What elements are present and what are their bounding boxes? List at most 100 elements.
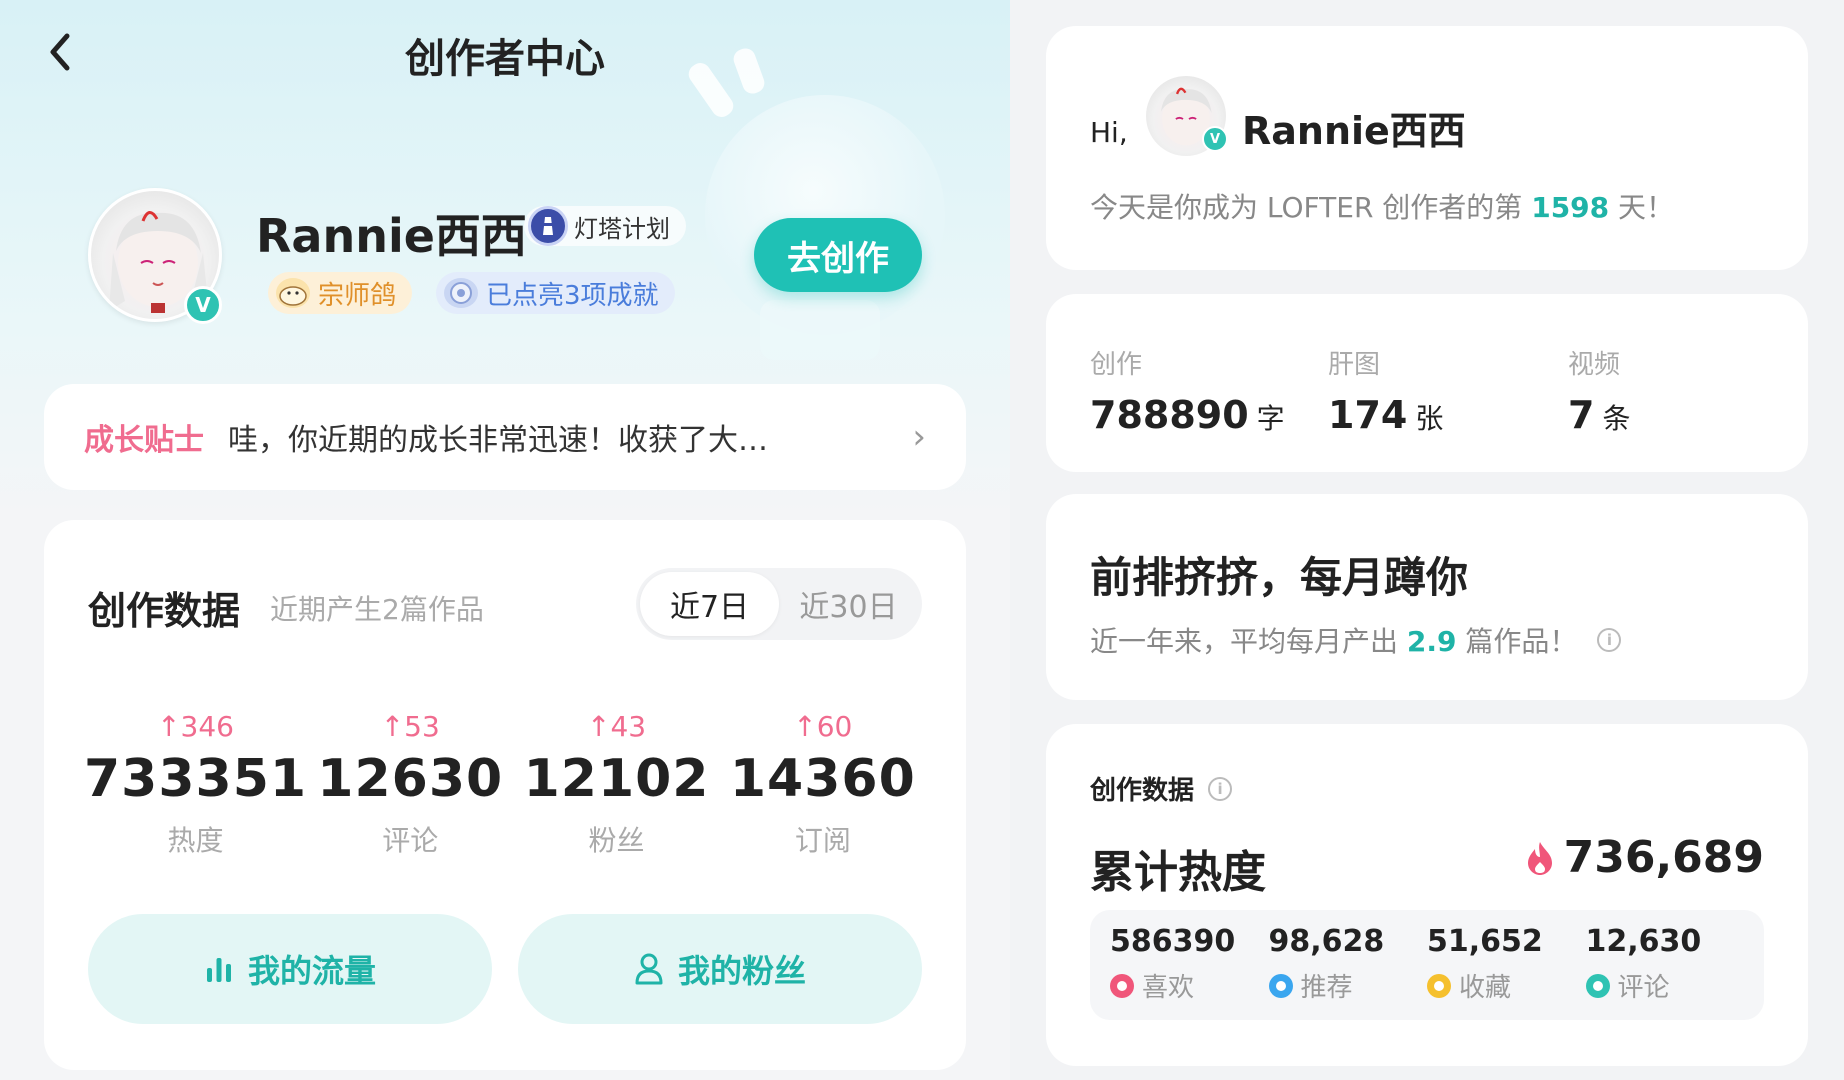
breakdown-value: 98,628 — [1268, 924, 1385, 959]
breakdown-label: 收藏 — [1459, 973, 1512, 1003]
days-count: 1598 — [1531, 191, 1610, 224]
count-value: 788890 — [1090, 393, 1249, 437]
heat-title: 累计热度 — [1090, 847, 1266, 898]
stat-value: 14360 — [729, 749, 916, 809]
page-title: 创作者中心 — [405, 36, 605, 82]
count-words: 创作 788890 字 — [1090, 344, 1285, 437]
lighthouse-icon — [528, 206, 568, 246]
tag-label: 已点亮3项成就 — [486, 280, 659, 311]
count-unit: 字 — [1256, 402, 1285, 435]
heat-breakdown: 586390 喜欢 98,628 推荐 51,652 收藏 12,630 评论 — [1090, 910, 1764, 1020]
user-name: Rannie西西 — [256, 209, 527, 263]
range-30d-tab[interactable]: 近30日 — [779, 572, 918, 636]
comment-icon — [1585, 973, 1610, 998]
heat-section-title: 创作数据 i — [1090, 770, 1233, 807]
creation-data-card: 创作数据 近期产生2篇作品 近7日 近30日 ↑346 733351 热度 ↑5… — [44, 520, 966, 1070]
avg-suffix: 篇作品！ — [1456, 625, 1578, 658]
works-count-card: 创作 788890 字 肝图 174 张 视频 7条 — [1046, 294, 1808, 472]
range-switch: 近7日 近30日 — [636, 568, 922, 640]
favorite-icon — [1427, 973, 1451, 998]
section-subtitle: 近期产生2篇作品 — [270, 593, 484, 626]
info-icon[interactable]: i — [1208, 776, 1233, 801]
breakdown-label: 评论 — [1617, 973, 1670, 1003]
verified-badge: V — [184, 286, 222, 324]
breakdown-comments: 12,630 评论 — [1585, 924, 1745, 1006]
button-label: 我的粉丝 — [677, 952, 806, 990]
avg-value: 2.9 — [1406, 625, 1457, 658]
flame-icon — [1527, 841, 1552, 875]
achievement-icon — [444, 278, 478, 308]
tag-label: 宗师鸽 — [318, 280, 397, 311]
breakdown-value: 586390 — [1110, 924, 1236, 959]
count-unit: 条 — [1602, 402, 1631, 435]
monthly-output-card: 前排挤挤，每月蹲你 近一年来，平均每月产出 2.9 篇作品！ i — [1046, 494, 1808, 700]
days-suffix: 天！ — [1609, 191, 1675, 224]
greeting-hi: Hi, — [1090, 116, 1128, 149]
monthly-average-text: 近一年来，平均每月产出 2.9 篇作品！ i — [1090, 620, 1622, 660]
count-label: 肝图 — [1328, 350, 1381, 380]
avg-prefix: 近一年来，平均每月产出 — [1090, 625, 1407, 658]
stat-subscriptions[interactable]: ↑60 14360 订阅 — [720, 710, 926, 859]
breakdown-label: 推荐 — [1300, 973, 1353, 1003]
slogan: 前排挤挤，每月蹲你 — [1090, 553, 1469, 602]
lightbulb-illustration — [705, 95, 945, 335]
heart-icon — [1110, 973, 1134, 998]
tip-text: 哇，你近期的成长非常迅速！收获了大… — [228, 423, 768, 458]
pigeon-icon — [276, 278, 310, 308]
count-videos: 视频 7条 — [1568, 344, 1630, 437]
greeting-card: Hi, V Rannie西西 今天是你成为 LOFTER 创作者的第 1598 … — [1046, 26, 1808, 270]
my-traffic-button[interactable]: 我的流量 — [88, 914, 492, 1024]
stat-label: 评论 — [382, 824, 439, 857]
stat-fans[interactable]: ↑43 12102 粉丝 — [513, 710, 719, 859]
range-7d-tab[interactable]: 近7日 — [640, 572, 779, 636]
verified-badge: V — [1202, 126, 1228, 152]
action-buttons: 我的流量 我的粉丝 — [88, 914, 922, 1024]
info-icon[interactable]: i — [1597, 628, 1622, 652]
breakdown-label: 喜欢 — [1142, 973, 1195, 1003]
breakdown-favorites: 51,652 收藏 — [1427, 924, 1586, 1006]
stat-delta: ↑346 — [157, 710, 234, 743]
days-prefix: 今天是你成为 LOFTER 创作者的第 — [1090, 191, 1532, 224]
breakdown-recommends: 98,628 推荐 — [1268, 924, 1428, 1006]
heat-total-value: 736,689 — [1563, 832, 1764, 883]
recommend-icon — [1268, 973, 1293, 998]
breakdown-value: 12,630 — [1585, 924, 1702, 959]
stat-comments[interactable]: ↑53 12630 评论 — [307, 710, 513, 859]
stat-delta: ↑53 — [380, 710, 440, 743]
creator-days-text: 今天是你成为 LOFTER 创作者的第 1598 天！ — [1090, 186, 1674, 226]
stat-heat[interactable]: ↑346 733351 热度 — [84, 710, 307, 859]
heat-card: 创作数据 i 累计热度 736,689 586390 喜欢 98,628 推荐 … — [1046, 724, 1808, 1066]
breakdown-likes: 586390 喜欢 — [1110, 924, 1269, 1006]
chevron-right-icon: › — [912, 417, 926, 457]
lighthouse-plan-badge[interactable]: 灯塔计划 — [524, 206, 686, 246]
person-icon — [635, 953, 663, 985]
stat-label: 订阅 — [794, 824, 851, 857]
stat-delta: ↑60 — [793, 710, 853, 743]
stat-value: 12630 — [317, 749, 504, 809]
count-label: 视频 — [1568, 350, 1621, 380]
stats-row: ↑346 733351 热度 ↑53 12630 评论 ↑43 12102 粉丝… — [84, 710, 926, 859]
my-fans-button[interactable]: 我的粉丝 — [518, 914, 922, 1024]
plan-badge-label: 灯塔计划 — [574, 214, 670, 243]
lightbulb-base — [760, 300, 880, 360]
stat-label: 粉丝 — [588, 824, 645, 857]
stat-value: 12102 — [523, 749, 710, 809]
bar-chart-icon — [206, 958, 231, 982]
go-create-button[interactable]: 去创作 — [754, 218, 922, 292]
stat-label: 热度 — [167, 824, 224, 857]
growth-tip-card[interactable]: 成长贴士 哇，你近期的成长非常迅速！收获了大… › — [44, 384, 966, 490]
count-value: 7 — [1568, 393, 1595, 437]
count-unit: 张 — [1415, 402, 1444, 435]
tip-label: 成长贴士 — [84, 423, 204, 458]
stat-delta: ↑43 — [586, 710, 647, 743]
breakdown-value: 51,652 — [1427, 924, 1543, 959]
title-tag-pigeon[interactable]: 宗师鸽 — [268, 272, 413, 314]
count-value: 174 — [1328, 393, 1408, 437]
count-images: 肝图 174 张 — [1328, 344, 1443, 437]
count-label: 创作 — [1090, 350, 1143, 380]
stat-value: 733351 — [84, 749, 308, 809]
achievements-tag[interactable]: 已点亮3项成就 — [436, 272, 675, 314]
user-name: Rannie西西 — [1242, 109, 1466, 153]
heat-total: 736,689 — [1526, 832, 1764, 883]
creator-center-panel: 创作者中心 V Rannie西西 灯塔计划 宗师鸽 已点亮3项成就 去创作 成长… — [0, 0, 1010, 1080]
